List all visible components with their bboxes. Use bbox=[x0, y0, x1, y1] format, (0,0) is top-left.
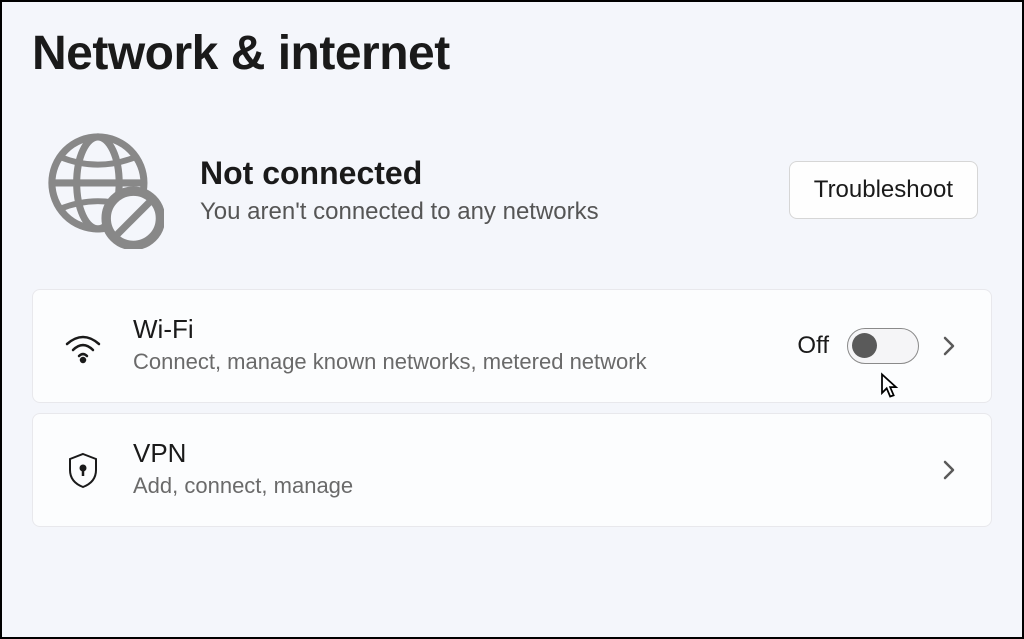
wifi-subtitle: Connect, manage known networks, metered … bbox=[133, 347, 767, 378]
cursor-pointer-icon bbox=[875, 372, 903, 400]
vpn-title: VPN bbox=[133, 438, 907, 469]
wifi-title: Wi-Fi bbox=[133, 314, 767, 345]
wifi-toggle-knob bbox=[852, 333, 877, 358]
wifi-toggle-switch[interactable] bbox=[847, 328, 919, 364]
vpn-controls bbox=[937, 458, 961, 482]
connection-status-section: Not connected You aren't connected to an… bbox=[32, 131, 992, 289]
chevron-right-icon bbox=[937, 458, 961, 482]
vpn-subtitle: Add, connect, manage bbox=[133, 471, 907, 502]
shield-lock-icon bbox=[63, 450, 103, 490]
status-subtitle: You aren't connected to any networks bbox=[200, 198, 753, 226]
status-text-block: Not connected You aren't connected to an… bbox=[200, 155, 753, 226]
vpn-settings-item[interactable]: VPN Add, connect, manage bbox=[32, 413, 992, 527]
page-title: Network & internet bbox=[32, 26, 992, 81]
settings-list: Wi-Fi Connect, manage known networks, me… bbox=[32, 289, 992, 527]
wifi-settings-item[interactable]: Wi-Fi Connect, manage known networks, me… bbox=[32, 289, 992, 403]
wifi-toggle-label: Off bbox=[797, 332, 829, 360]
wifi-icon bbox=[63, 326, 103, 366]
status-title: Not connected bbox=[200, 155, 753, 192]
troubleshoot-button[interactable]: Troubleshoot bbox=[789, 161, 978, 219]
chevron-right-icon bbox=[937, 334, 961, 358]
globe-disconnected-icon bbox=[46, 131, 164, 249]
wifi-controls: Off bbox=[797, 328, 961, 364]
vpn-text-block: VPN Add, connect, manage bbox=[133, 438, 907, 502]
wifi-text-block: Wi-Fi Connect, manage known networks, me… bbox=[133, 314, 767, 378]
